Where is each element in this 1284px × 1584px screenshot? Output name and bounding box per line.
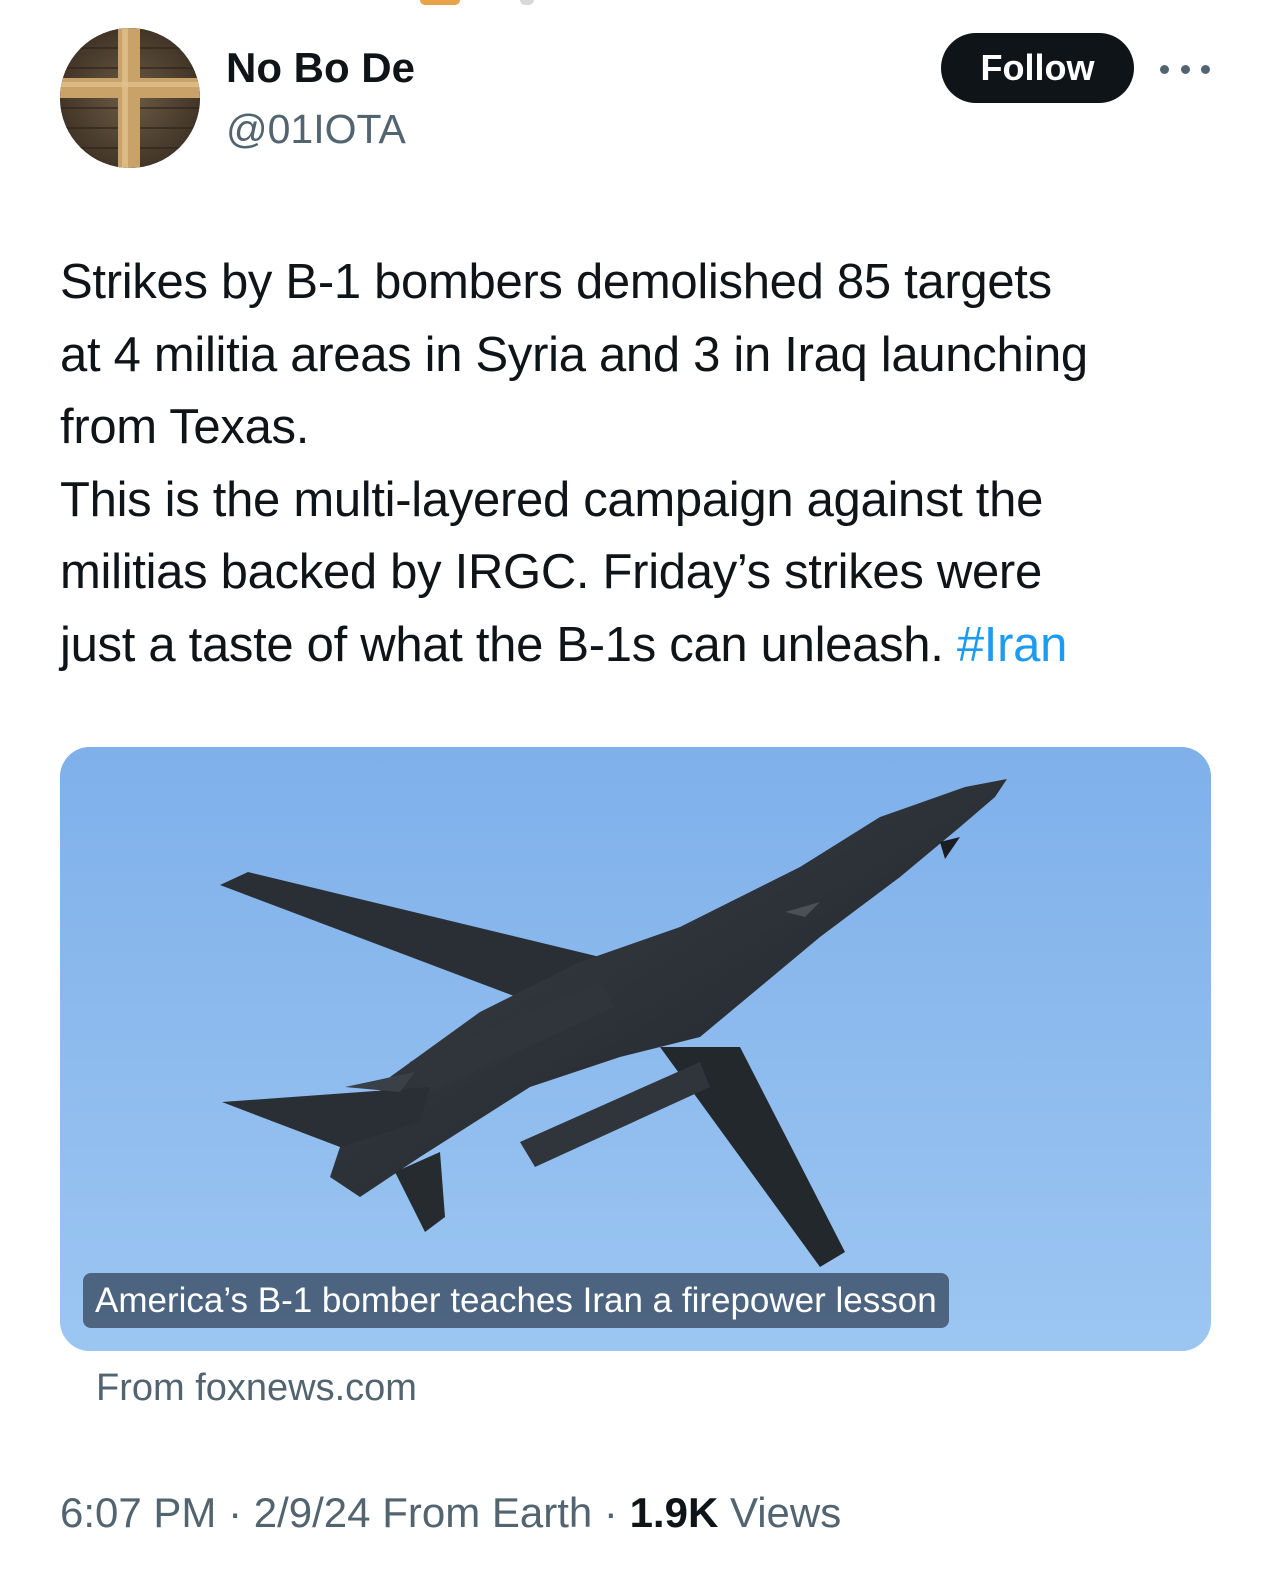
top-edge-fragment: [520, 0, 534, 5]
tweet-line: at 4 militia areas in Syria and 3 in Ira…: [60, 327, 1088, 382]
link-card[interactable]: America’s B-1 bomber teaches Iran a fire…: [60, 747, 1211, 1351]
dot: [1180, 64, 1190, 74]
card-image-b1-bomber: [60, 747, 1211, 1351]
author-handle[interactable]: @01IOTA: [226, 104, 406, 154]
tweet-location: From Earth: [370, 1489, 593, 1536]
avatar[interactable]: [60, 28, 200, 168]
separator: ·: [216, 1489, 254, 1536]
tweet-line-last: just a taste of what the B-1s can unleas…: [60, 609, 1230, 682]
tweet-meta: 6:07 PM · 2/9/24 From Earth · 1.9K Views: [60, 1486, 841, 1540]
avatar-cross-image: [60, 28, 200, 168]
tweet-line: Strikes by B-1 bombers demolished 85 tar…: [60, 255, 1052, 309]
tweet-line: from Texas.: [60, 400, 310, 454]
dot: [1201, 64, 1210, 74]
separator: ·: [592, 1489, 630, 1536]
tweet-line-text: just a taste of what the B-1s can unleas…: [60, 617, 957, 672]
top-edge-fragment: [420, 0, 460, 5]
views-count[interactable]: 1.9K: [630, 1489, 719, 1536]
more-horizontal-icon[interactable]: [1160, 52, 1210, 86]
card-caption: America’s B-1 bomber teaches Iran a fire…: [83, 1273, 949, 1328]
author-display-name[interactable]: No Bo De: [226, 42, 415, 94]
tweet-text: Strikes by B-1 bombers demolished 85 tar…: [60, 246, 1230, 681]
follow-button[interactable]: Follow: [941, 33, 1134, 103]
hashtag-link[interactable]: #Iran: [957, 618, 1067, 672]
tweet-time[interactable]: 6:07 PM: [60, 1489, 216, 1536]
views-label: Views: [718, 1489, 842, 1536]
dot: [1160, 64, 1169, 74]
tweet-line: This is the multi-layered campaign again…: [60, 472, 1044, 527]
tweet-date[interactable]: 2/9/24: [254, 1489, 371, 1536]
tweet-line: militias backed by IRGC. Friday’s strike…: [60, 545, 1042, 599]
card-source-link[interactable]: From foxnews.com: [96, 1364, 417, 1412]
